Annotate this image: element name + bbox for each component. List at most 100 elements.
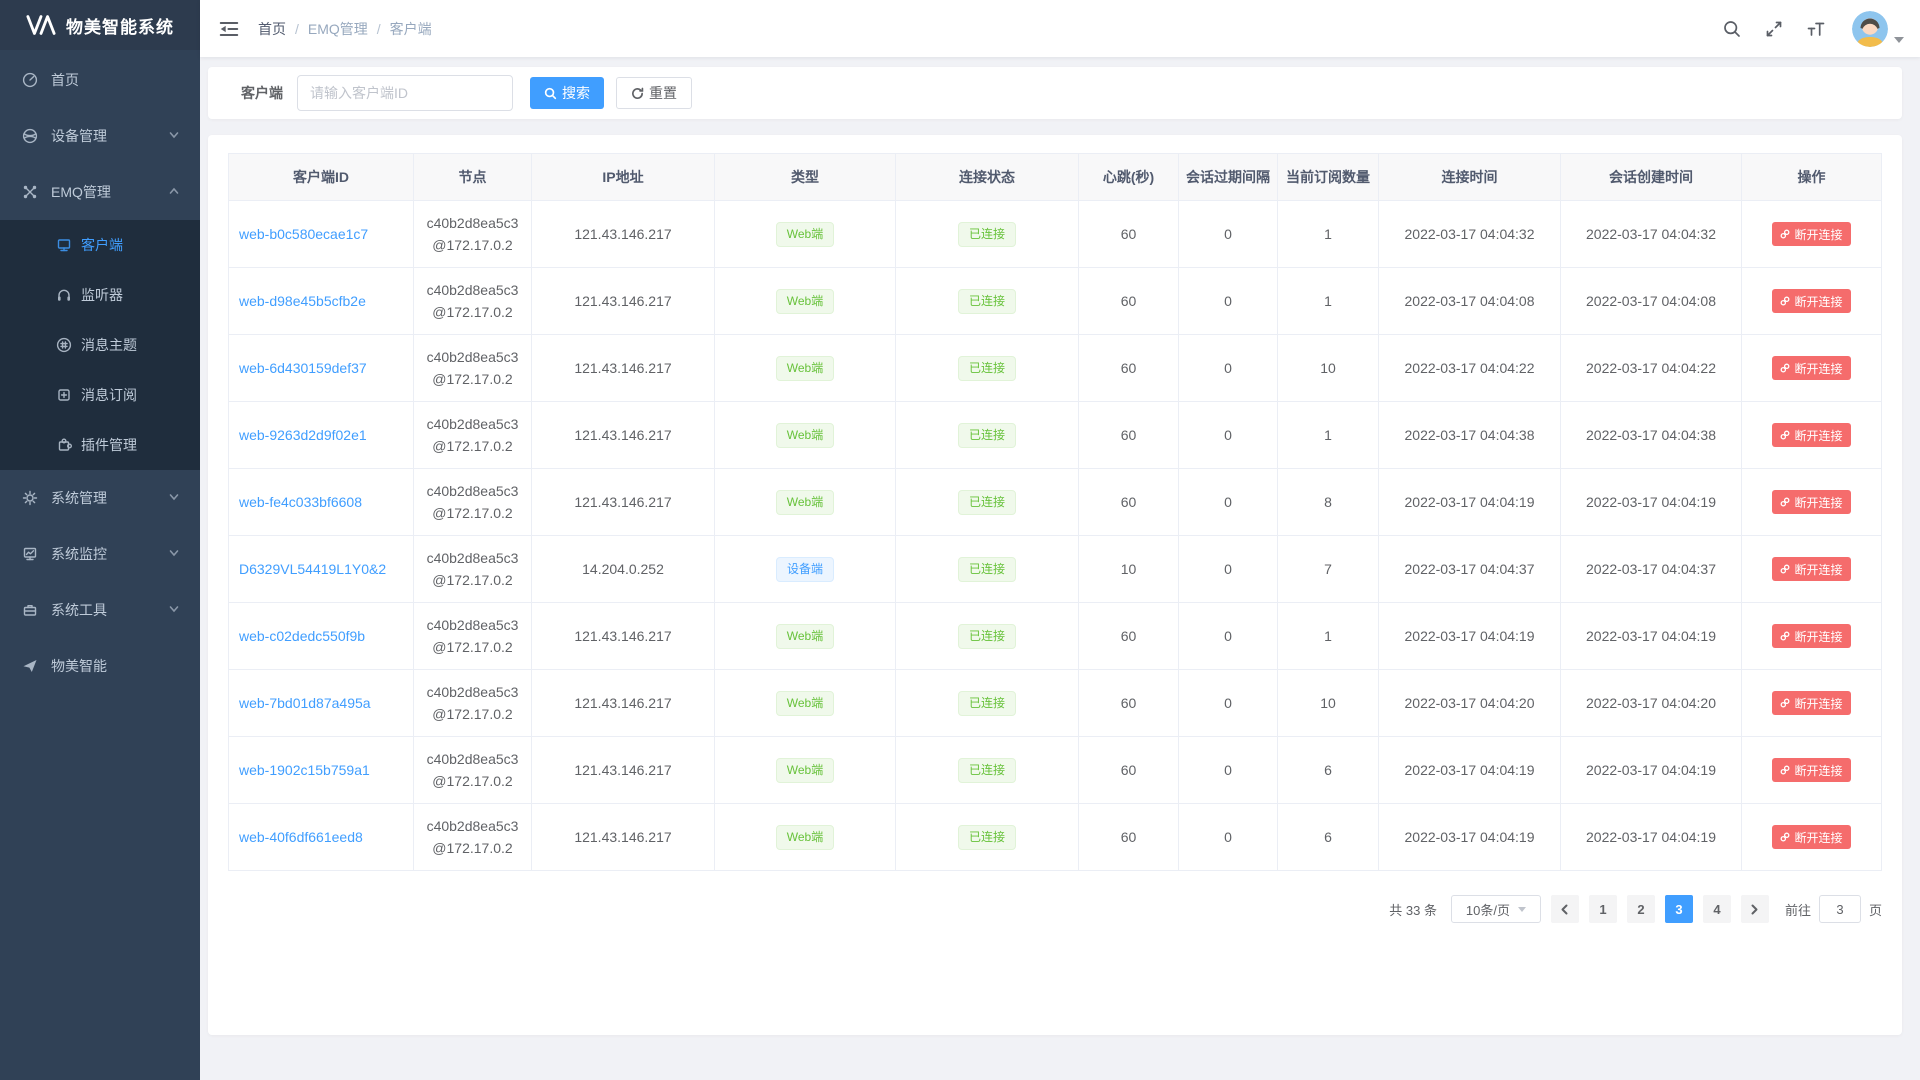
client-id-link[interactable]: web-40f6df661eed8	[239, 829, 363, 845]
disconnect-button[interactable]: 断开连接	[1772, 557, 1850, 581]
breadcrumb-emq[interactable]: EMQ管理	[308, 19, 368, 39]
user-menu[interactable]	[1852, 11, 1904, 47]
cell-actions: 断开连接	[1742, 603, 1882, 670]
status-badge: 已连接	[958, 758, 1016, 783]
sidebar-item-subscriptions[interactable]: 消息订阅	[0, 370, 200, 420]
cell-actions: 断开连接	[1742, 335, 1882, 402]
cell-actions: 断开连接	[1742, 268, 1882, 335]
total-count: 共 33 条	[1389, 900, 1437, 919]
cell-heartbeat: 10	[1079, 536, 1179, 603]
client-id-input[interactable]	[297, 75, 513, 111]
sidebar-item-home[interactable]: 首页	[0, 52, 200, 108]
column-header: 会话创建时间	[1561, 154, 1742, 201]
sidebar-item-devices[interactable]: 设备管理	[0, 108, 200, 164]
app-title: 物美智能系统	[66, 13, 174, 38]
cell-node: c40b2d8ea5c3@172.17.0.2	[414, 603, 532, 670]
search-icon[interactable]	[1722, 19, 1742, 39]
breadcrumb-home[interactable]: 首页	[258, 19, 286, 39]
next-page-button[interactable]	[1741, 895, 1769, 923]
node-address: @172.17.0.2	[414, 301, 531, 323]
chevron-down-icon	[168, 128, 180, 144]
client-id-link[interactable]: web-d98e45b5cfb2e	[239, 293, 366, 309]
cell-actions: 断开连接	[1742, 469, 1882, 536]
disconnect-button[interactable]: 断开连接	[1772, 825, 1850, 849]
search-button-label: 搜索	[562, 83, 590, 103]
disconnect-button-label: 断开连接	[1794, 762, 1842, 779]
disconnect-button[interactable]: 断开连接	[1772, 356, 1850, 380]
disconnect-button[interactable]: 断开连接	[1772, 423, 1850, 447]
cell-subscriptions: 7	[1278, 536, 1379, 603]
cell-session-expiry: 0	[1179, 469, 1278, 536]
client-id-link[interactable]: web-1902c15b759a1	[239, 762, 370, 778]
app-root: 物美智能系统 首页 设备管理	[0, 0, 1920, 1080]
cell-node: c40b2d8ea5c3@172.17.0.2	[414, 737, 532, 804]
cell-status: 已连接	[896, 536, 1079, 603]
sidebar-item-plugins[interactable]: 插件管理	[0, 420, 200, 470]
sidebar-item-emq[interactable]: EMQ管理	[0, 164, 200, 220]
topic-hash-icon	[56, 337, 72, 353]
sidebar-item-system-tools[interactable]: 系统工具	[0, 582, 200, 638]
client-id-link[interactable]: web-6d430159def37	[239, 360, 367, 376]
disconnect-button[interactable]: 断开连接	[1772, 490, 1850, 514]
client-id-link[interactable]: web-c02dedc550f9b	[239, 628, 365, 644]
cell-session-expiry: 0	[1179, 536, 1278, 603]
sidebar-item-listeners[interactable]: 监听器	[0, 270, 200, 320]
cell-status: 已连接	[896, 201, 1079, 268]
page-button[interactable]: 4	[1703, 895, 1731, 923]
navbar-actions	[1722, 11, 1904, 47]
client-id-link[interactable]: web-b0c580ecae1c7	[239, 226, 368, 242]
disconnect-button[interactable]: 断开连接	[1772, 289, 1850, 313]
app-logo: 物美智能系统	[0, 0, 200, 50]
sidebar-item-clients[interactable]: 客户端	[0, 220, 200, 270]
disconnect-button-label: 断开连接	[1794, 628, 1842, 645]
cell-subscriptions: 6	[1278, 737, 1379, 804]
disconnect-button[interactable]: 断开连接	[1772, 222, 1850, 246]
status-badge: 已连接	[958, 825, 1016, 850]
page-content: 客户端 搜索 重置 客户端ID节点IP地址类型连接状态心跳(秒)会话过期间	[200, 57, 1920, 1080]
column-header: 心跳(秒)	[1079, 154, 1179, 201]
cell-session-created-at: 2022-03-17 04:04:37	[1561, 536, 1742, 603]
disconnect-button[interactable]: 断开连接	[1772, 758, 1850, 782]
client-id-link[interactable]: web-9263d2d9f02e1	[239, 427, 367, 443]
cell-type: 设备端	[715, 536, 896, 603]
goto-page-input[interactable]	[1819, 895, 1861, 923]
font-size-icon[interactable]	[1806, 19, 1826, 39]
type-badge: Web端	[776, 624, 834, 649]
link-icon	[1780, 698, 1790, 708]
sidebar-fold-icon[interactable]	[218, 18, 240, 40]
type-badge: Web端	[776, 423, 834, 448]
sidebar-item-topics[interactable]: 消息主题	[0, 320, 200, 370]
sidebar-item-label: 设备管理	[51, 126, 107, 146]
sidebar-item-label: 插件管理	[81, 435, 137, 455]
status-badge: 已连接	[958, 490, 1016, 515]
client-id-link[interactable]: web-fe4c033bf6608	[239, 494, 362, 510]
cell-connected-at: 2022-03-17 04:04:08	[1379, 268, 1561, 335]
page-size-select[interactable]: 10条/页	[1451, 895, 1541, 923]
chevron-down-icon	[1518, 907, 1526, 912]
column-header: 连接时间	[1379, 154, 1561, 201]
dashboard-icon	[22, 72, 38, 88]
client-id-link[interactable]: web-7bd01d87a495a	[239, 695, 371, 711]
cell-node: c40b2d8ea5c3@172.17.0.2	[414, 335, 532, 402]
cell-subscriptions: 1	[1278, 268, 1379, 335]
disconnect-button[interactable]: 断开连接	[1772, 624, 1850, 648]
page-button-current[interactable]: 3	[1665, 895, 1693, 923]
fullscreen-icon[interactable]	[1764, 19, 1784, 39]
sidebar-item-system-mgmt[interactable]: 系统管理	[0, 470, 200, 526]
cell-node: c40b2d8ea5c3@172.17.0.2	[414, 804, 532, 871]
page-button[interactable]: 2	[1627, 895, 1655, 923]
clients-table-card: 客户端ID节点IP地址类型连接状态心跳(秒)会话过期间隔当前订阅数量连接时间会话…	[208, 135, 1902, 1035]
breadcrumb-current: 客户端	[390, 19, 432, 39]
sidebar-item-system-monitor[interactable]: 系统监控	[0, 526, 200, 582]
cell-ip: 121.43.146.217	[532, 335, 715, 402]
client-id-link[interactable]: D6329VL54419L1Y0&2	[239, 561, 386, 577]
cell-type: Web端	[715, 737, 896, 804]
sidebar-item-wumei[interactable]: 物美智能	[0, 638, 200, 694]
breadcrumb-separator: /	[377, 21, 381, 37]
disconnect-button[interactable]: 断开连接	[1772, 691, 1850, 715]
prev-page-button[interactable]	[1551, 895, 1579, 923]
search-button[interactable]: 搜索	[530, 77, 604, 109]
page-button[interactable]: 1	[1589, 895, 1617, 923]
table-row: web-fe4c033bf6608c40b2d8ea5c3@172.17.0.2…	[229, 469, 1882, 536]
reset-button[interactable]: 重置	[616, 77, 692, 109]
